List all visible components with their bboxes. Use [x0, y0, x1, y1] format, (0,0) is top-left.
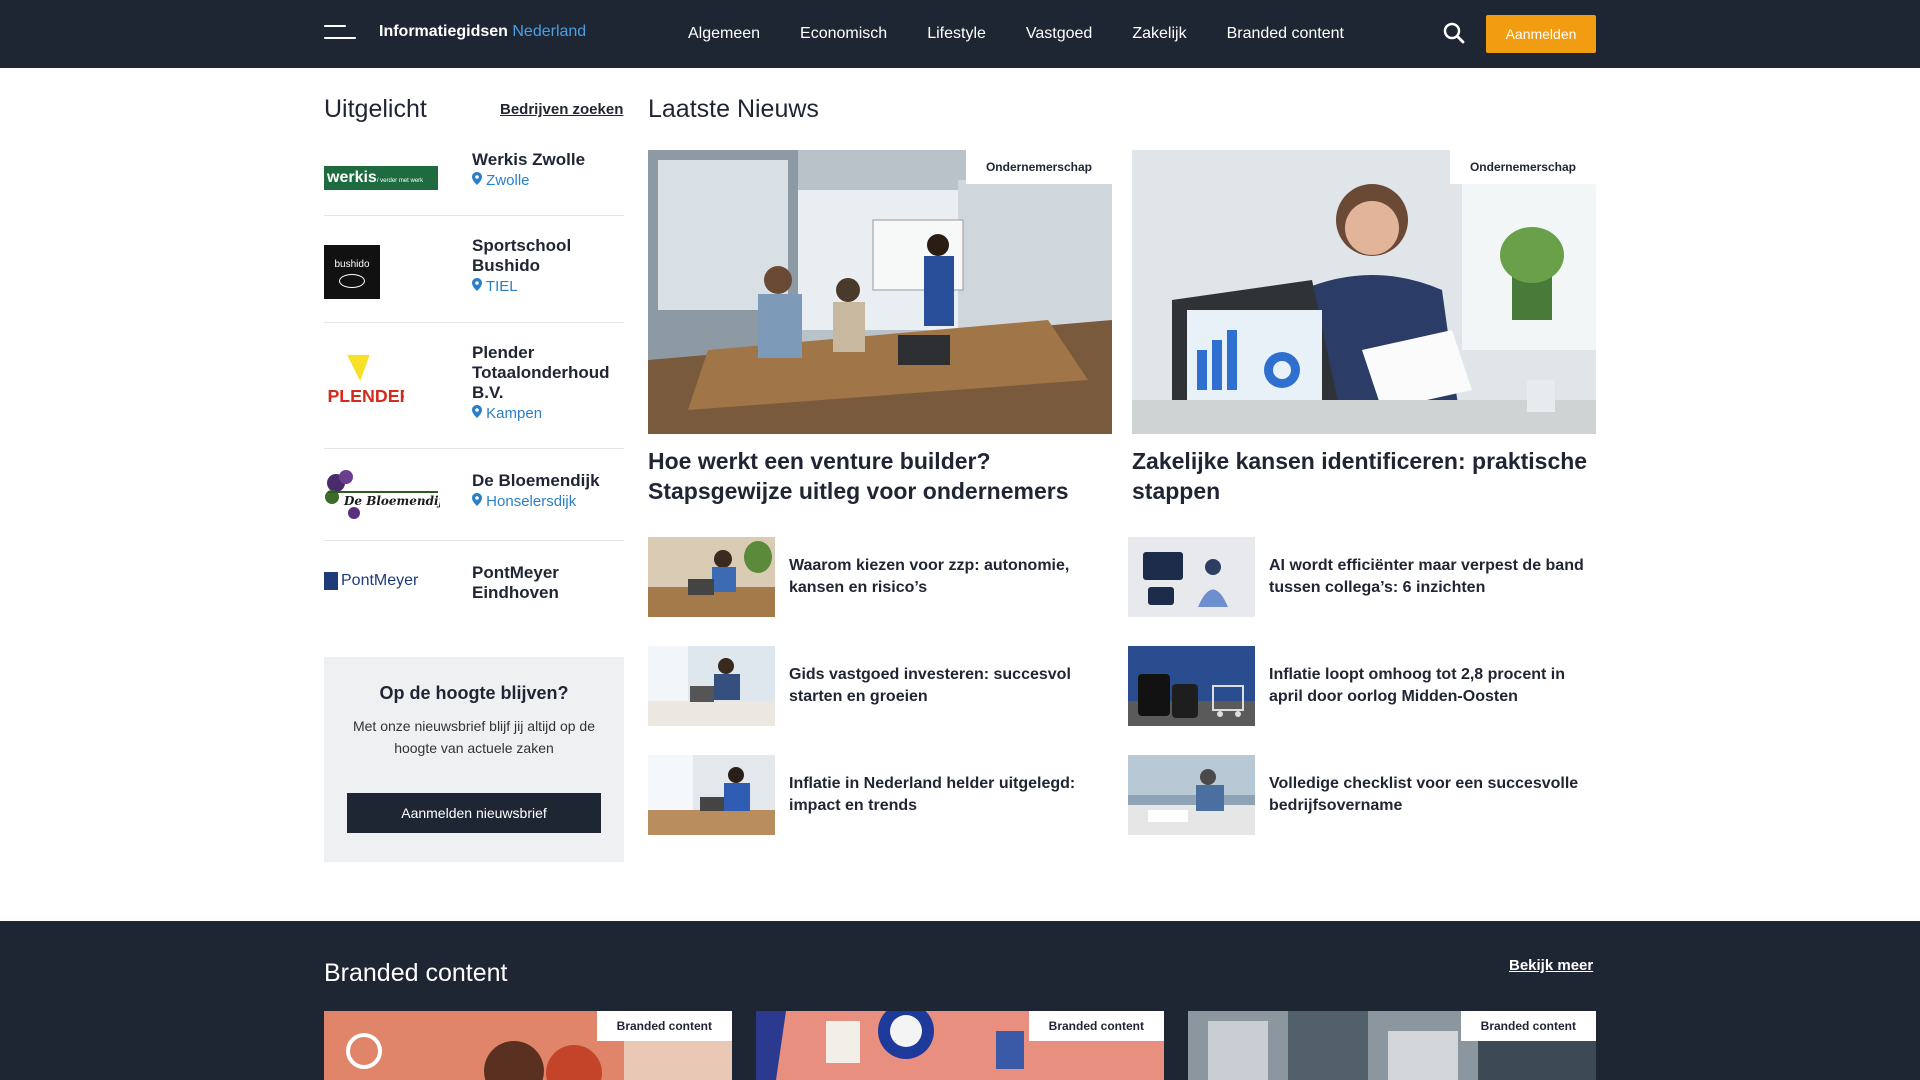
news-thumbnail[interactable]: [648, 755, 775, 835]
news-list-title[interactable]: Inflatie in Nederland helder uitgelegd: …: [789, 773, 1119, 817]
feature-article-title[interactable]: Hoe werkt een venture builder? Stapsgewi…: [648, 446, 1112, 506]
branded-tag[interactable]: Branded content: [1460, 1011, 1596, 1041]
company-item[interactable]: De Bloemendijk De Bloemendijk Honselersd…: [324, 449, 624, 541]
pontmeyer-logo-mark: [324, 572, 338, 590]
location-pin-icon: [472, 172, 482, 185]
bloemendijk-logo-image: De Bloemendijk: [325, 470, 440, 519]
hamburger-menu-icon[interactable]: [324, 25, 356, 43]
branded-card[interactable]: Branded content: [756, 1011, 1164, 1080]
view-more-link[interactable]: Bekijk meer: [1509, 957, 1593, 974]
news-list-title[interactable]: Volledige checklist voor een succesvolle…: [1269, 773, 1599, 817]
company-city: Honselersdijk: [472, 493, 576, 510]
svg-text:PLENDER: PLENDER: [327, 386, 404, 406]
news-list-title[interactable]: AI wordt efficiënter maar verpest de ban…: [1269, 555, 1599, 599]
latest-news-title: Laatste Nieuws: [648, 95, 819, 123]
category-tag[interactable]: Ondernemerschap: [1449, 150, 1596, 184]
company-logo: bushido: [324, 242, 444, 302]
logo-main-text: Informatiegidsen: [379, 23, 508, 40]
plender-logo-image: PLENDER: [327, 354, 404, 406]
company-logo: De Bloemendijk: [324, 465, 444, 525]
branded-tag[interactable]: Branded content: [1028, 1011, 1164, 1041]
woman-desk-photo: [648, 755, 775, 835]
feature-article-image[interactable]: [1132, 150, 1596, 434]
news-thumbnail[interactable]: [648, 537, 775, 617]
login-button[interactable]: Aanmelden: [1486, 15, 1596, 53]
company-logo: PLENDER: [324, 353, 444, 413]
company-city: Zwolle: [472, 172, 530, 189]
company-logo: werkis/ verder met werk: [324, 148, 444, 208]
top-navigation-bar: Informatiegidsen Nederland Algemeen Econ…: [0, 0, 1920, 68]
oil-barrels-illustration: [1128, 646, 1255, 726]
news-thumbnail[interactable]: [648, 646, 775, 726]
branded-card[interactable]: Branded content: [1188, 1011, 1596, 1080]
company-name: PontMeyer Eindhoven: [472, 563, 559, 602]
newsletter-text: Met onze nieuwsbrief blijf jij altijd op…: [352, 718, 595, 756]
branded-tag[interactable]: Branded content: [596, 1011, 732, 1041]
branded-content-section: Branded content Bekijk meer Branded cont…: [0, 921, 1920, 1080]
main-nav: Algemeen Economisch Lifestyle Vastgoed Z…: [688, 0, 1344, 68]
logo-accent-text: Nederland: [512, 23, 587, 40]
company-item[interactable]: PontMeyer PontMeyer Eindhoven: [324, 541, 624, 607]
meeting-photo: [648, 150, 1112, 434]
newsletter-title: Op de hoogte blijven?: [379, 683, 569, 703]
company-name: De Bloemendijk: [472, 471, 600, 490]
man-laptop-photo: [648, 646, 775, 726]
news-list-item[interactable]: Inflatie loopt omhoog tot 2,8 procent in…: [1128, 646, 1598, 726]
company-item[interactable]: bushido Sportschool Bushido TIEL: [324, 216, 624, 323]
news-list-title[interactable]: Inflatie loopt omhoog tot 2,8 procent in…: [1269, 664, 1599, 708]
bushido-emblem: [339, 274, 365, 288]
werkis-logo-image: werkis/ verder met werk: [324, 166, 438, 190]
search-icon[interactable]: [1442, 21, 1466, 45]
news-thumbnail[interactable]: [1128, 755, 1255, 835]
location-pin-icon: [472, 405, 482, 418]
newsletter-signup-button[interactable]: Aanmelden nieuwsbrief: [347, 793, 601, 833]
news-thumbnail[interactable]: [1128, 646, 1255, 726]
search-companies-link[interactable]: Bedrijven zoeken: [500, 101, 623, 118]
businessman-documents-photo: [1128, 755, 1255, 835]
news-list-title[interactable]: Waarom kiezen voor zzp: autonomie, kanse…: [789, 555, 1119, 599]
company-logo: PontMeyer: [324, 551, 444, 611]
featured-title: Uitgelicht: [324, 95, 427, 123]
nav-item-economisch[interactable]: Economisch: [800, 25, 887, 43]
woman-laptop-photo: [648, 537, 775, 617]
company-city: TIEL: [472, 278, 518, 295]
news-list-title[interactable]: Gids vastgoed investeren: succesvol star…: [789, 664, 1119, 708]
news-list-item[interactable]: Volledige checklist voor een succesvolle…: [1128, 755, 1598, 835]
pontmeyer-logo-image: PontMeyer: [324, 572, 418, 590]
category-tag[interactable]: Ondernemerschap: [965, 150, 1112, 184]
nav-item-branded-content[interactable]: Branded content: [1227, 25, 1344, 43]
newsletter-box: Op de hoogte blijven? Met onze nieuwsbri…: [324, 657, 624, 862]
company-name: Sportschool Bushido: [472, 236, 572, 275]
news-thumbnail[interactable]: [1128, 537, 1255, 617]
businesswoman-laptop-photo: [1132, 150, 1596, 434]
company-name: Werkis Zwolle: [472, 150, 586, 169]
nav-item-vastgoed[interactable]: Vastgoed: [1026, 25, 1092, 43]
feature-article-image[interactable]: [648, 150, 1112, 434]
news-list-item[interactable]: Inflatie in Nederland helder uitgelegd: …: [648, 755, 1118, 835]
feature-article-title[interactable]: Zakelijke kansen identificeren: praktisc…: [1132, 446, 1596, 506]
news-list-item[interactable]: AI wordt efficiënter maar verpest de ban…: [1128, 537, 1598, 617]
site-logo[interactable]: Informatiegidsen Nederland: [379, 23, 586, 41]
news-list-item[interactable]: Waarom kiezen voor zzp: autonomie, kanse…: [648, 537, 1118, 617]
branded-content-title: Branded content: [324, 959, 508, 987]
company-name: Plender Totaalonderhoud B.V.: [472, 343, 610, 402]
nav-item-algemeen[interactable]: Algemeen: [688, 25, 760, 43]
company-item[interactable]: PLENDER Plender Totaalonderhoud B.V. Kam…: [324, 323, 624, 449]
branded-card[interactable]: Branded content: [324, 1011, 732, 1080]
company-item[interactable]: werkis/ verder met werk Werkis Zwolle Zw…: [324, 140, 624, 216]
ai-colleagues-illustration: [1128, 537, 1255, 617]
nav-item-lifestyle[interactable]: Lifestyle: [927, 25, 986, 43]
location-pin-icon: [472, 493, 482, 506]
location-pin-icon: [472, 278, 482, 291]
svg-text:De Bloemendijk: De Bloemendijk: [343, 494, 440, 508]
nav-item-zakelijk[interactable]: Zakelijk: [1132, 25, 1186, 43]
company-city: Kampen: [472, 405, 542, 422]
bushido-logo-image: bushido: [324, 245, 380, 299]
news-list-item[interactable]: Gids vastgoed investeren: succesvol star…: [648, 646, 1118, 726]
